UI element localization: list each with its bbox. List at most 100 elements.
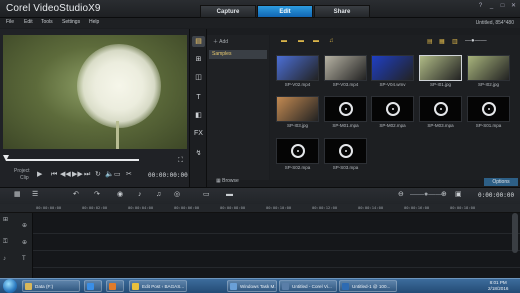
- taskbar-button[interactable]: Untitled-1 @ 100...: [339, 280, 397, 292]
- menu-file[interactable]: File: [6, 19, 14, 25]
- library-item[interactable]: SP-M02.mpa: [371, 96, 414, 131]
- library-item[interactable]: SP-V04.wmv: [371, 55, 414, 90]
- media-thumbnail: [324, 55, 367, 81]
- player-timecode[interactable]: 00:00:00:00: [148, 172, 188, 179]
- tab-capture[interactable]: Capture: [200, 5, 256, 18]
- options-button[interactable]: Options: [484, 178, 518, 186]
- repeat-icon[interactable]: ↻: [95, 171, 101, 179]
- library-item[interactable]: SP-I02.jpg: [467, 55, 510, 90]
- hd-icon[interactable]: ▭: [114, 171, 121, 179]
- menu-help[interactable]: Help: [89, 19, 99, 25]
- zoom-out-icon[interactable]: ⊖: [398, 191, 404, 199]
- taskbar-button[interactable]: [106, 280, 124, 292]
- taskbar-button[interactable]: Untitled - Corel Vi...: [279, 280, 337, 292]
- zoom-in-icon[interactable]: ⊕: [441, 191, 447, 199]
- sort-icon[interactable]: ▥: [452, 38, 458, 45]
- menu-edit[interactable]: Edit: [24, 19, 33, 25]
- library-item-label: SP-I03.jpg: [286, 123, 308, 128]
- next-icon[interactable]: ▶▶: [72, 171, 83, 179]
- storyboard-view-icon[interactable]: ▦: [14, 191, 21, 199]
- browse-button[interactable]: ▦ Browse: [216, 178, 239, 184]
- motion-tracking-icon[interactable]: ◎: [174, 191, 180, 199]
- library-item[interactable]: SP-S02.mpa: [276, 138, 319, 173]
- taskbar-button[interactable]: Data (F:): [22, 280, 80, 292]
- library-item[interactable]: SP-M01.mpa: [324, 96, 367, 131]
- library-item[interactable]: SP-I01.jpg: [419, 55, 462, 90]
- help-icon[interactable]: ?: [476, 2, 485, 10]
- multi-camera-icon[interactable]: ▬: [226, 191, 233, 199]
- end-icon[interactable]: ⏭: [84, 171, 90, 179]
- graphic-icon[interactable]: ◧: [192, 110, 205, 121]
- record-capture-icon[interactable]: ◉: [117, 191, 123, 199]
- path-icon[interactable]: ↯: [192, 148, 205, 159]
- app-icon: [282, 283, 289, 290]
- add-folder-label: Add: [219, 39, 229, 45]
- taskbar-button[interactable]: Edit Post ‹ BAGAS...: [129, 280, 187, 292]
- list-view-icon[interactable]: ▤: [427, 38, 433, 45]
- split-icon[interactable]: ✂: [126, 171, 132, 179]
- subtitle-editor-icon[interactable]: ▭: [203, 191, 210, 199]
- library-item[interactable]: SP-S03.mpa: [324, 138, 367, 173]
- thumbnail-size-slider[interactable]: —●——: [465, 38, 487, 44]
- project-mode-label[interactable]: Project: [14, 168, 30, 174]
- grid-view-icon[interactable]: ▦: [439, 38, 445, 45]
- instant-project-icon[interactable]: ⊞: [192, 54, 205, 65]
- add-folder-button[interactable]: ＋ Add: [213, 38, 228, 45]
- timeline-view-icon[interactable]: ☰: [32, 191, 38, 199]
- timeline-ruler[interactable]: [0, 204, 520, 213]
- start-button[interactable]: [3, 279, 17, 293]
- system-clock[interactable]: 8:01 PM 2/18/2016: [488, 280, 508, 291]
- maximize-icon[interactable]: □: [498, 2, 507, 10]
- taskbar-button-label: Data (F:): [35, 284, 54, 289]
- scrubber-track[interactable]: [6, 159, 139, 161]
- tab-share[interactable]: Share: [314, 5, 370, 18]
- menu-tools[interactable]: Tools: [41, 19, 53, 25]
- audio-filter-icon[interactable]: ♫: [329, 38, 334, 44]
- library-item[interactable]: SP-V03.mp4: [324, 55, 367, 90]
- folder-icon[interactable]: ▬: [281, 38, 287, 44]
- title-icon[interactable]: T: [192, 92, 205, 103]
- clip-mode-label[interactable]: Clip: [20, 175, 29, 181]
- redo-icon[interactable]: ↷: [94, 191, 100, 199]
- zoom-slider[interactable]: ——●——: [410, 191, 442, 199]
- lock-icon[interactable]: ⚿: [3, 239, 8, 246]
- taskbar-button[interactable]: [84, 280, 102, 292]
- timeline-tracks[interactable]: [0, 213, 520, 278]
- timeline-scrollbar[interactable]: [512, 213, 518, 253]
- library-item-label: SP-I01.jpg: [429, 82, 451, 87]
- sound-mixer-icon[interactable]: ♪: [138, 191, 142, 199]
- timeline-timecode[interactable]: 0:00:00:00: [478, 192, 514, 199]
- transition-icon[interactable]: ◫: [192, 72, 205, 83]
- minimize-icon[interactable]: _: [487, 2, 496, 10]
- tab-edit[interactable]: Edit: [257, 5, 313, 18]
- fit-project-icon[interactable]: ▣: [455, 191, 462, 199]
- ruler-tick-label: 00:00:04:00: [128, 205, 154, 210]
- media-icon[interactable]: ▤: [192, 36, 205, 47]
- library-item[interactable]: SP-M03.mpa: [419, 96, 462, 131]
- taskbar-button[interactable]: Windows Task M...: [227, 280, 277, 292]
- library-item[interactable]: SP-S01.mpa: [467, 96, 510, 131]
- volume-icon[interactable]: 🔈: [105, 171, 114, 179]
- home-icon[interactable]: ⏮: [51, 171, 57, 179]
- previous-icon[interactable]: ◀◀: [60, 171, 71, 179]
- play-icon[interactable]: ▶: [37, 171, 42, 179]
- auto-music-icon[interactable]: ♫: [156, 191, 161, 199]
- filter-icon[interactable]: FX: [192, 128, 205, 139]
- track-manager-icon[interactable]: ⊞: [3, 216, 8, 223]
- menu-settings[interactable]: Settings: [62, 19, 80, 25]
- library-item[interactable]: SP-V02.mp4: [276, 55, 319, 90]
- mute-icon[interactable]: ♪: [3, 256, 6, 262]
- undo-icon[interactable]: ↶: [73, 191, 79, 199]
- app-icon: [132, 283, 139, 290]
- enlarge-icon[interactable]: ⛶: [178, 157, 183, 165]
- track-divider: [33, 250, 520, 251]
- photo-filter-icon[interactable]: ▬: [313, 38, 319, 44]
- ruler-tick-label: 00:00:18:00: [450, 205, 476, 210]
- library-item[interactable]: SP-I03.jpg: [276, 96, 319, 131]
- video-filter-icon[interactable]: ▬: [298, 38, 304, 44]
- track-divider: [33, 267, 520, 268]
- folder-item-samples[interactable]: Samples: [209, 50, 267, 59]
- library-toolbar: [190, 29, 207, 187]
- preview-window[interactable]: [3, 35, 187, 149]
- close-icon[interactable]: ✕: [509, 2, 518, 10]
